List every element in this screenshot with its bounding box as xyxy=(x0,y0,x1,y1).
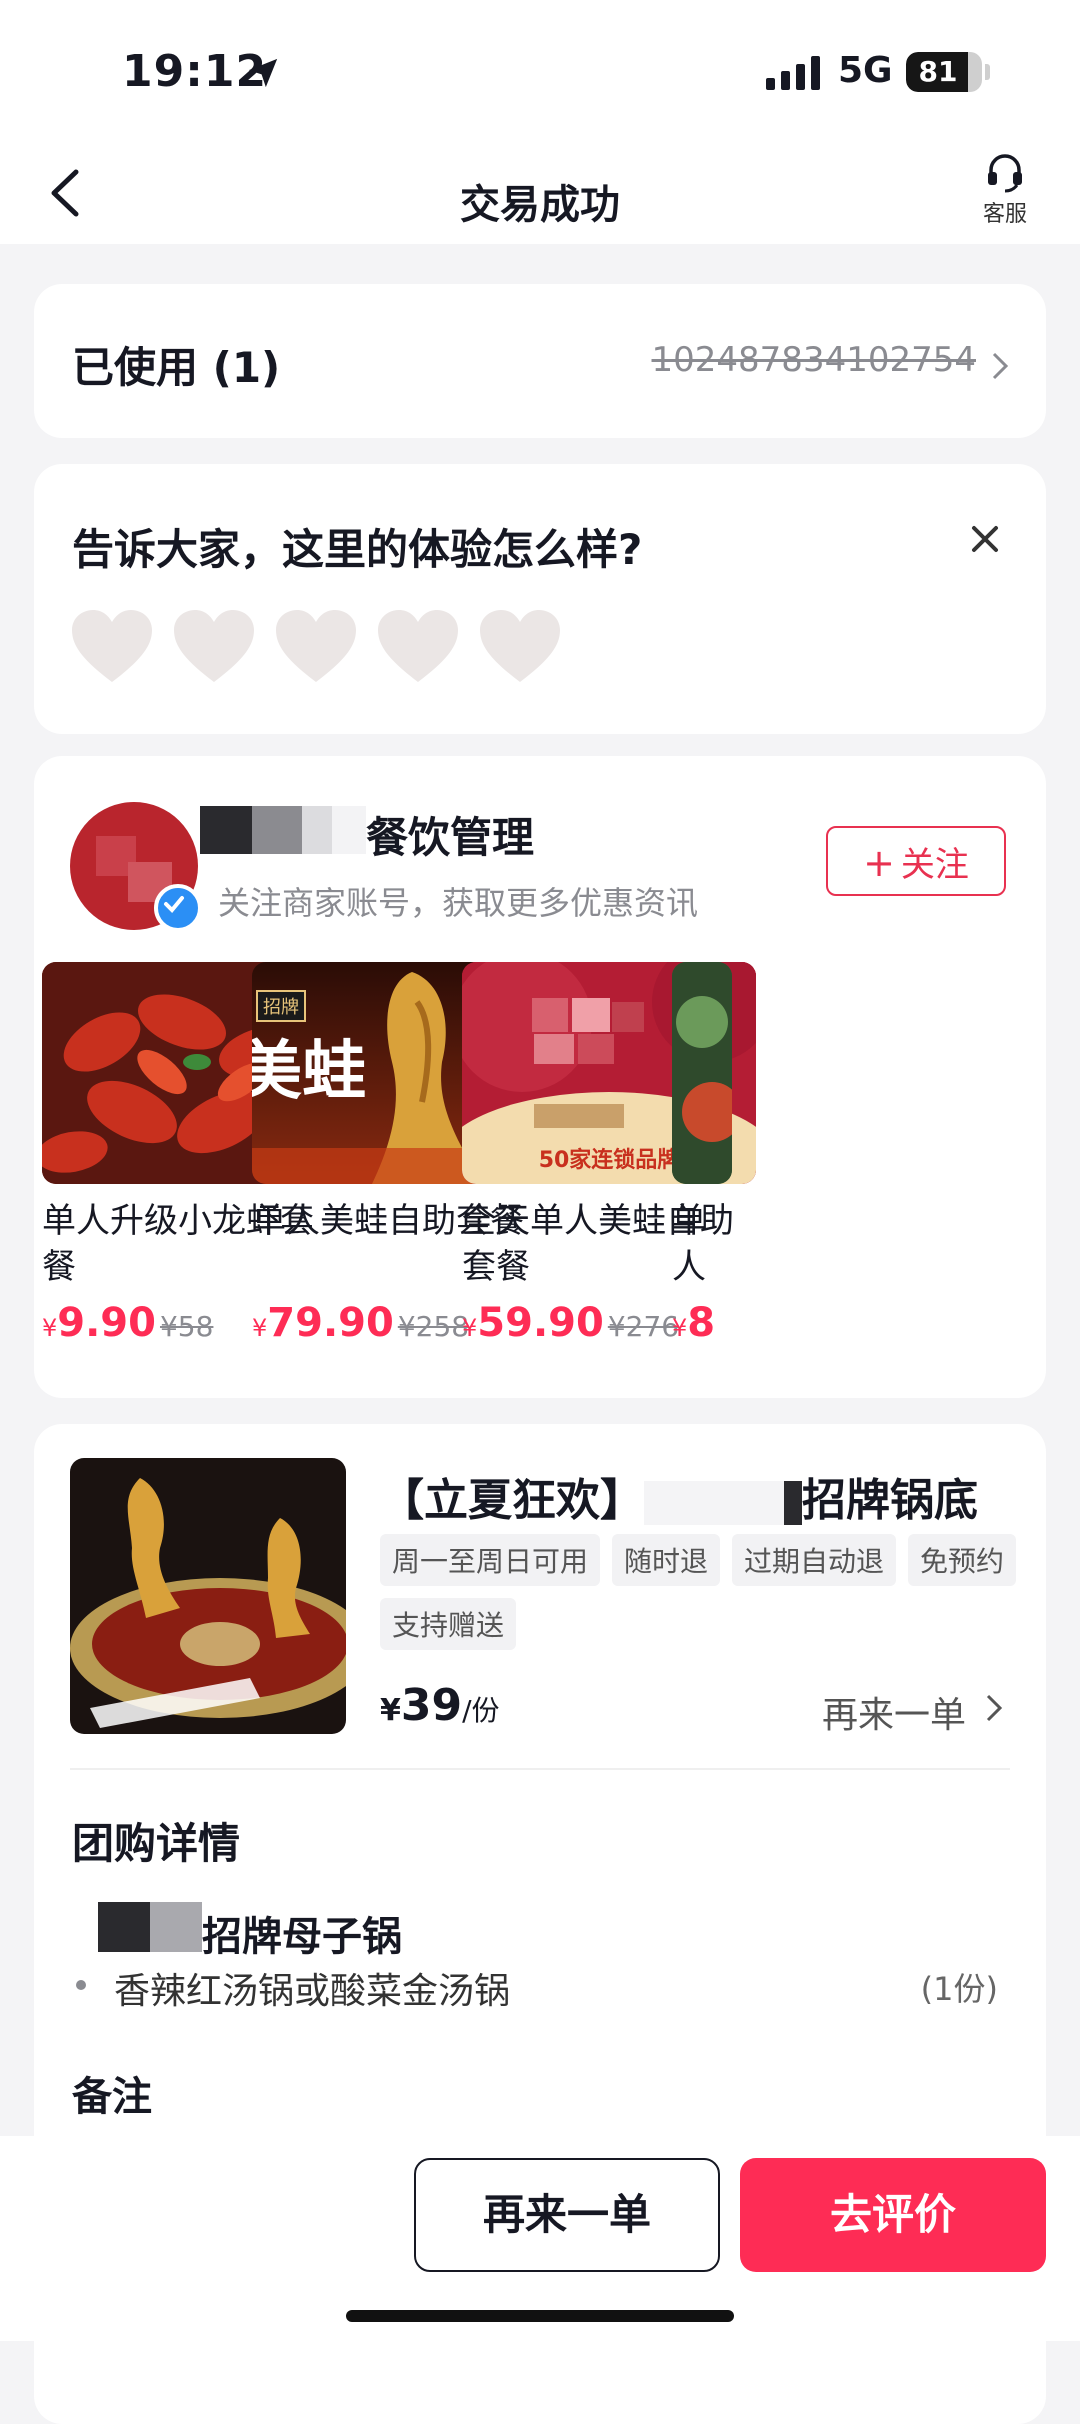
follow-label: 关注 xyxy=(900,845,969,885)
battery-tip xyxy=(985,64,990,80)
item-quantity: (1份) xyxy=(920,1970,998,2008)
page-title: 交易成功 xyxy=(460,182,620,228)
redacted-block xyxy=(784,1481,802,1525)
note-title: 备注 xyxy=(72,2074,152,2120)
merchant-subtitle: 关注商家账号，获取更多优惠资讯 xyxy=(218,884,699,922)
service-label: 客服 xyxy=(982,202,1027,227)
current-price: 8 xyxy=(687,1300,716,1346)
signal-icon xyxy=(766,56,820,90)
chevron-right-icon xyxy=(986,1694,1003,1722)
reorder-button[interactable]: 再来一单 xyxy=(414,2158,720,2272)
customer-service-button[interactable]: 客服 xyxy=(970,150,1040,240)
voucher-code: 102487834102754 xyxy=(651,340,976,380)
redacted-block xyxy=(644,1481,784,1525)
tag: 支持赠送 xyxy=(380,1598,517,1650)
product-badge: 招牌 xyxy=(256,990,306,1022)
merchant-card: 餐饮管理 关注商家账号，获取更多优惠资讯 + 关注 单人升级小龙虾套餐 ¥9.9… xyxy=(34,756,1046,1398)
plus-icon: + xyxy=(863,841,895,885)
currency: ¥ xyxy=(462,1314,478,1342)
product-price: ¥8 xyxy=(672,1300,732,1346)
redacted-block xyxy=(332,806,366,854)
order-title-prefix: 【立夏狂欢】 xyxy=(380,1475,644,1526)
reorder-link[interactable]: 再来一单 xyxy=(822,1686,966,1738)
merchant-name[interactable]: 餐饮管理 xyxy=(366,804,534,865)
divider xyxy=(70,1768,1010,1770)
used-label: 已使用 (1) xyxy=(72,343,281,392)
redacted-block xyxy=(150,1902,202,1952)
order-tags: 周一至周日可用 随时退 过期自动退 免预约 支持赠送 xyxy=(380,1534,1020,1650)
tag: 随时退 xyxy=(612,1534,721,1586)
battery-icon: 81 xyxy=(906,52,982,92)
redacted-block xyxy=(252,806,302,854)
tag: 免预约 xyxy=(908,1534,1017,1586)
order-title-suffix: 招牌锅底 xyxy=(802,1475,978,1526)
location-arrow-icon xyxy=(248,58,278,88)
status-bar: 19:12 5G 81 xyxy=(0,0,1080,140)
tag: 过期自动退 xyxy=(732,1534,897,1586)
heart-icon[interactable] xyxy=(376,608,460,684)
original-price: ¥58 xyxy=(159,1310,214,1343)
order-title: 【立夏狂欢】 招牌锅底 xyxy=(380,1464,978,1528)
review-prompt-card: 告诉大家，这里的体验怎么样? xyxy=(34,464,1046,734)
network-type: 5G xyxy=(838,50,893,91)
heart-icon[interactable] xyxy=(478,608,562,684)
current-price: 9.90 xyxy=(57,1300,156,1346)
headset-icon xyxy=(988,154,1022,193)
currency: ¥ xyxy=(42,1314,58,1342)
currency: ¥ xyxy=(252,1314,268,1342)
battery-level: 81 xyxy=(918,55,958,88)
original-price: ¥276 xyxy=(607,1310,680,1343)
price-value: 39 xyxy=(400,1680,463,1731)
current-price: 59.90 xyxy=(477,1300,604,1346)
current-price: 79.90 xyxy=(267,1300,394,1346)
heart-icon[interactable] xyxy=(70,608,154,684)
verified-badge-icon xyxy=(154,884,202,932)
heart-rating xyxy=(70,608,562,684)
price-unit: /份 xyxy=(462,1694,500,1727)
close-icon[interactable] xyxy=(970,524,1000,554)
used-voucher-card[interactable]: 已使用 (1) 102487834102754 xyxy=(34,284,1046,438)
redacted-block xyxy=(200,806,252,854)
currency: ¥ xyxy=(672,1314,688,1342)
redacted-block xyxy=(302,806,332,854)
item-name: 香辣红汤锅或酸菜金汤锅 xyxy=(114,1971,511,2012)
product-name: 单人肉 xyxy=(672,1201,706,1287)
chevron-right-icon xyxy=(992,352,1009,380)
order-product-image[interactable] xyxy=(70,1458,346,1734)
set-name: 招牌母子锅 xyxy=(202,1914,402,1960)
redacted-block xyxy=(98,1902,150,1952)
review-question: 告诉大家，这里的体验怎么样? xyxy=(72,525,643,574)
bottom-action-bar: 再来一单 去评价 xyxy=(0,2136,1080,2341)
product-image-title: 美蛙 xyxy=(252,1034,366,1109)
write-review-button[interactable]: 去评价 xyxy=(740,2158,1046,2272)
nav-bar: 交易成功 客服 xyxy=(0,140,1080,244)
bullet xyxy=(76,1980,86,1990)
group-detail-title: 团购详情 xyxy=(72,1819,241,1868)
heart-icon[interactable] xyxy=(274,608,358,684)
home-indicator[interactable] xyxy=(346,2310,734,2322)
order-price: ¥39/份 xyxy=(380,1680,500,1731)
product-card[interactable]: 单人肉 ¥8 xyxy=(672,962,732,1346)
follow-button[interactable]: + 关注 xyxy=(826,826,1006,896)
tag: 周一至周日可用 xyxy=(380,1534,601,1586)
original-price: ¥258 xyxy=(397,1310,470,1343)
currency: ¥ xyxy=(380,1693,401,1728)
heart-icon[interactable] xyxy=(172,608,256,684)
product-image-meat xyxy=(672,962,732,1184)
